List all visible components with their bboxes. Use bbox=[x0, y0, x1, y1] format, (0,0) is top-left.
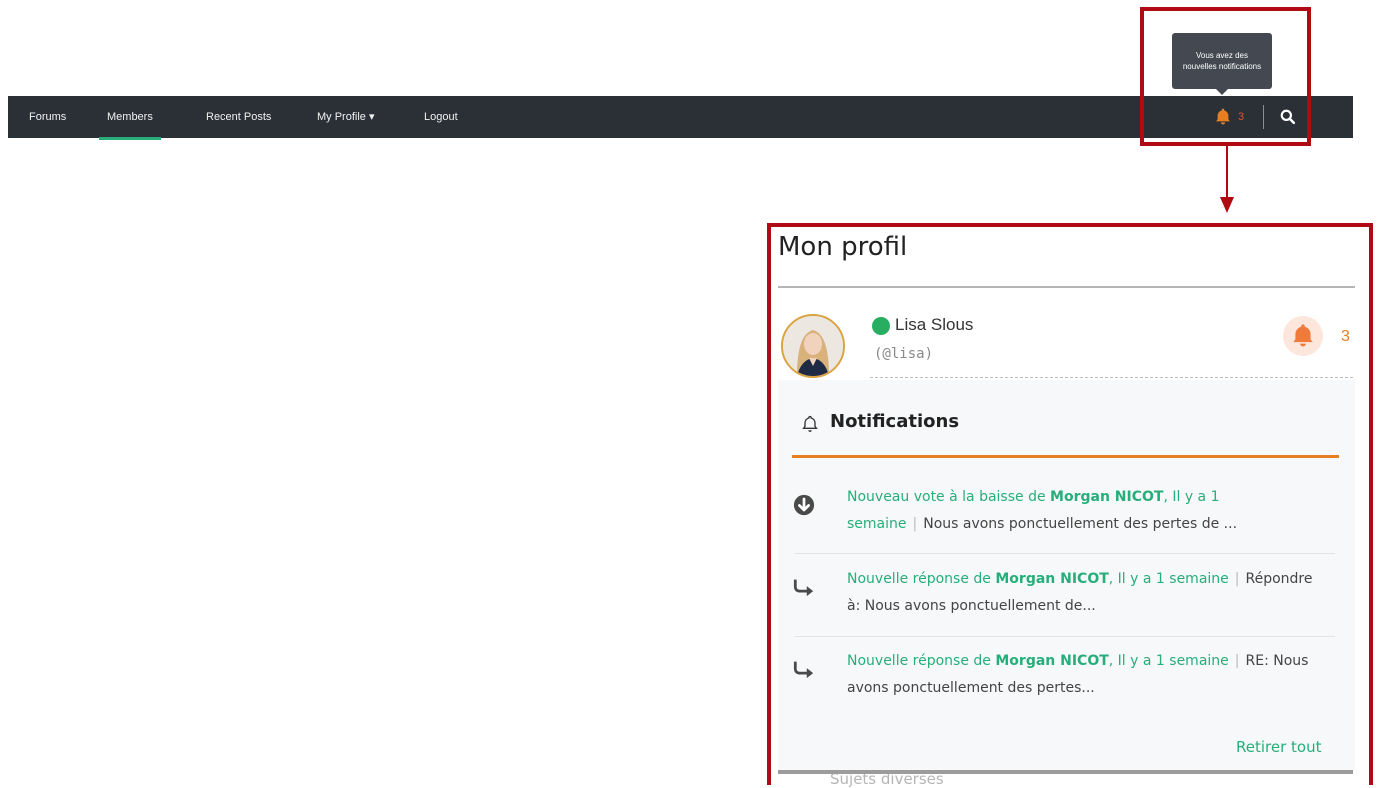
highlight-box-navbar-bell bbox=[1140, 7, 1311, 146]
nav-item-recent-posts[interactable]: Recent Posts bbox=[206, 96, 271, 138]
highlight-box-profile-panel bbox=[767, 223, 1373, 785]
nav-item-forums[interactable]: Forums bbox=[29, 96, 66, 138]
nav-item-logout[interactable]: Logout bbox=[424, 96, 458, 138]
annotation-arrow-icon bbox=[1220, 145, 1234, 213]
nav-item-my-profile[interactable]: My Profile ▾ bbox=[317, 96, 374, 138]
nav-item-members[interactable]: Members bbox=[99, 96, 161, 140]
